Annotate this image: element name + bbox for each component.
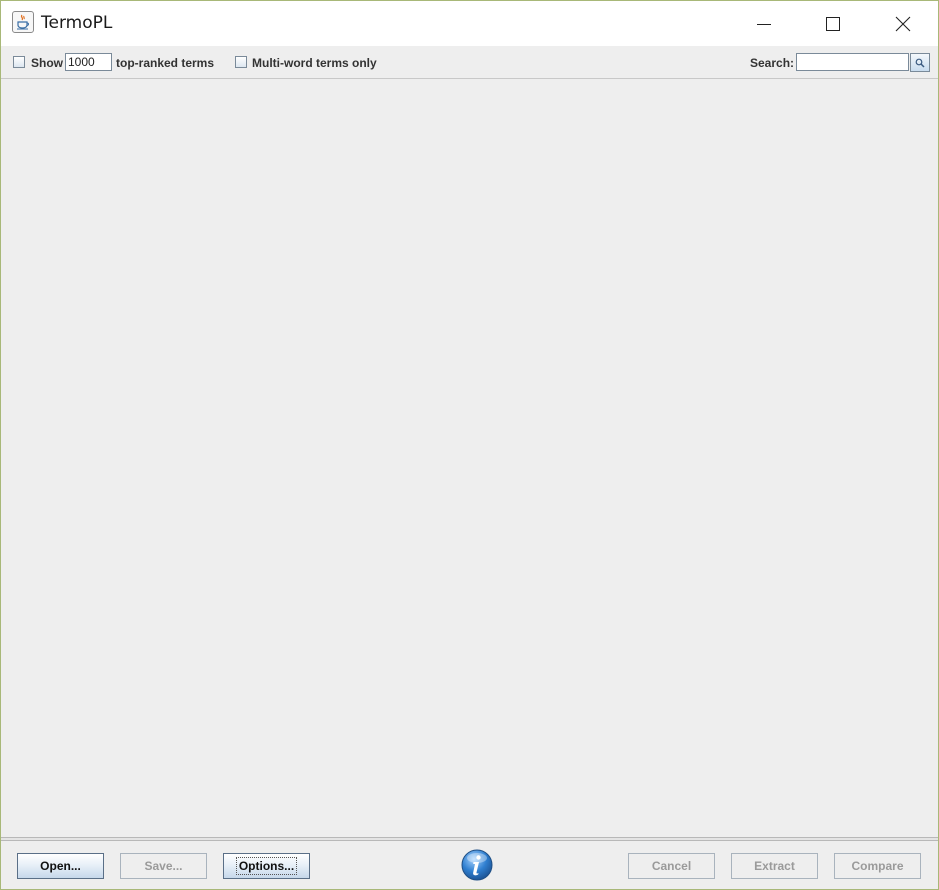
compare-button-label: Compare — [851, 859, 904, 873]
maximize-icon — [826, 16, 840, 31]
minimize-button[interactable] — [729, 1, 799, 46]
toolbar: Show top-ranked terms Multi-word terms o… — [1, 46, 938, 79]
info-icon — [461, 849, 493, 881]
open-button-label: Open... — [40, 859, 81, 873]
magnifier-icon — [915, 58, 925, 68]
save-button-label: Save... — [144, 859, 183, 873]
top-ranked-label: top-ranked terms — [116, 56, 215, 70]
show-label: Show — [31, 56, 63, 70]
app-window: TermoPL Show top-ranked terms Multi-word… — [0, 0, 939, 890]
cancel-button-label: Cancel — [651, 859, 692, 873]
multi-word-label: Multi-word terms only — [252, 56, 377, 70]
extract-button-label: Extract — [754, 859, 795, 873]
top-ranked-count-input[interactable] — [65, 53, 112, 71]
compare-button[interactable]: Compare — [834, 853, 921, 879]
window-title: TermoPL — [41, 13, 113, 33]
show-top-ranked-checkbox[interactable] — [13, 56, 25, 68]
search-button[interactable] — [910, 53, 930, 72]
info-button[interactable] — [461, 849, 493, 881]
search-input[interactable] — [796, 53, 909, 71]
extract-button[interactable]: Extract — [731, 853, 818, 879]
options-button[interactable]: Options... — [223, 853, 310, 879]
maximize-button[interactable] — [798, 1, 868, 46]
title-bar[interactable]: TermoPL — [1, 1, 938, 46]
terms-panel[interactable] — [1, 79, 938, 837]
cancel-button[interactable]: Cancel — [628, 853, 715, 879]
close-icon — [895, 16, 911, 31]
minimize-icon — [757, 23, 771, 25]
bottom-bar: Open... Save... Options... Cancel Extrac… — [1, 841, 938, 889]
java-cup-icon — [12, 11, 34, 33]
multi-word-only-checkbox[interactable] — [235, 56, 247, 68]
search-label: Search: — [750, 56, 795, 70]
options-button-label: Options... — [235, 857, 298, 875]
close-button[interactable] — [868, 1, 938, 46]
open-button[interactable]: Open... — [17, 853, 104, 879]
save-button[interactable]: Save... — [120, 853, 207, 879]
